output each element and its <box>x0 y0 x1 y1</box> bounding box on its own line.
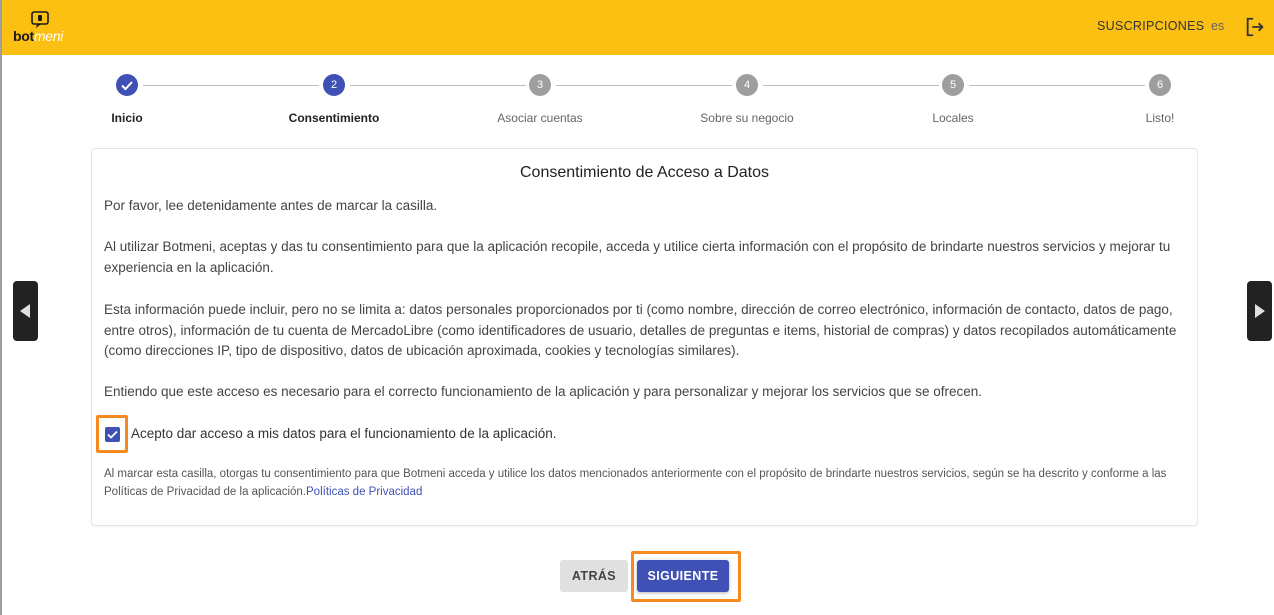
fine-print: Al marcar esta casilla, otorgas tu conse… <box>104 465 1184 501</box>
logo-text-bot: bot <box>13 28 34 44</box>
next-arrow-button[interactable] <box>1247 281 1272 341</box>
privacy-policy-link[interactable]: Políticas de Privacidad <box>306 486 422 498</box>
step-4-label: Sobre su negocio <box>700 111 794 125</box>
triangle-left-icon <box>20 304 30 318</box>
step-connector <box>143 85 319 86</box>
checkbox-highlight <box>96 415 128 453</box>
understanding-paragraph: Entiendo que este acceso es necesario pa… <box>104 384 982 399</box>
consent-checkbox[interactable] <box>105 427 120 442</box>
step-3-circle[interactable]: 3 <box>529 74 551 96</box>
step-2-circle[interactable]: 2 <box>323 74 345 96</box>
step-2-label: Consentimiento <box>288 111 380 125</box>
consent-checkbox-label[interactable]: Acepto dar acceso a mis datos para el fu… <box>131 426 557 441</box>
progress-stepper: 2 3 4 5 6 Inicio Consentimiento Asociar … <box>2 74 1274 134</box>
logo-text-meni: meni <box>33 28 64 44</box>
logo-text: botmeni <box>13 28 63 44</box>
step-6-circle[interactable]: 6 <box>1149 74 1171 96</box>
logout-icon[interactable] <box>1244 16 1266 38</box>
botmeni-logo[interactable]: botmeni <box>13 11 73 45</box>
checkmark-icon <box>107 430 118 439</box>
step-connector <box>556 85 732 86</box>
next-button-highlight: SIGUIENTE <box>631 551 741 602</box>
next-button[interactable]: SIGUIENTE <box>637 560 729 592</box>
step-connector <box>350 85 526 86</box>
step-1-label: Inicio <box>111 111 143 125</box>
page: botmeni SUSCRIPCIONES es 2 3 4 5 6 Inici… <box>0 0 1274 615</box>
step-connector <box>763 85 939 86</box>
top-app-bar: botmeni SUSCRIPCIONES es <box>2 0 1274 55</box>
consent-paragraph: Al utilizar Botmeni, aceptas y das tu co… <box>104 239 1171 275</box>
back-button[interactable]: ATRÁS <box>560 560 628 592</box>
step-3-label: Asociar cuentas <box>497 111 583 125</box>
check-icon <box>121 81 133 91</box>
fine-print-text: Al marcar esta casilla, otorgas tu conse… <box>104 468 1167 498</box>
triangle-right-icon <box>1255 304 1265 318</box>
logo-mark-icon <box>31 11 49 28</box>
data-info-paragraph: Esta información puede incluir, pero no … <box>104 302 1177 358</box>
step-5-circle[interactable]: 5 <box>942 74 964 96</box>
prev-arrow-button[interactable] <box>13 281 38 341</box>
card-title: Consentimiento de Acceso a Datos <box>519 164 770 181</box>
consent-card: Consentimiento de Acceso a Datos Por fav… <box>91 148 1198 526</box>
step-5-label: Locales <box>932 111 974 125</box>
step-4-circle[interactable]: 4 <box>736 74 758 96</box>
step-connector <box>969 85 1145 86</box>
step-6-label: Listo! <box>1145 111 1175 125</box>
intro-paragraph: Por favor, lee detenidamente antes de ma… <box>104 198 438 213</box>
language-selector[interactable]: es <box>1211 19 1224 33</box>
step-1-complete-check-icon[interactable] <box>116 74 138 96</box>
subscriptions-link[interactable]: SUSCRIPCIONES <box>1097 19 1204 33</box>
